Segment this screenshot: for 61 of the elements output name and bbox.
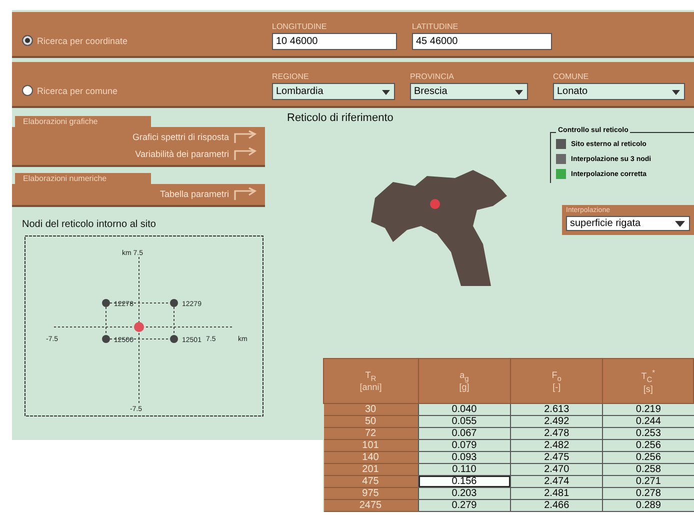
table-cell[interactable]: 0.279	[418, 500, 510, 512]
table-cell: 2.474	[510, 476, 603, 488]
section-title: Nodi del reticolo intorno al sito	[22, 219, 157, 230]
radio-button[interactable]	[22, 85, 33, 96]
dropdown[interactable]: Brescia	[410, 83, 528, 100]
table-cell: 72	[324, 428, 418, 440]
table-cell: 2.492	[510, 416, 603, 428]
column-header: F$_{o}$ [-]	[510, 358, 603, 404]
table-cell: 0.278	[602, 488, 694, 500]
section-title: Reticolo di riferimento	[287, 112, 394, 124]
field-label: LATITUDINE	[412, 22, 460, 31]
table-cell: 0.258	[602, 464, 694, 476]
radio-label: Ricerca per coordinate	[37, 36, 128, 46]
arrow-icon[interactable]	[233, 187, 259, 201]
field-label: REGIONE	[272, 72, 310, 81]
table-cell: 2.475	[510, 452, 603, 464]
field-label: LONGITUDINE	[272, 22, 328, 31]
table-cell: 2475	[324, 500, 418, 512]
table-cell: 975	[324, 488, 418, 500]
table-cell[interactable]: 0.093	[418, 452, 510, 464]
arrow-icon[interactable]	[233, 147, 259, 161]
field-label: PROVINCIA	[410, 72, 456, 81]
radio-label: Ricerca per comune	[37, 86, 118, 96]
table-cell: 2.482	[510, 440, 603, 452]
arrow-icon[interactable]	[233, 130, 259, 144]
table-cell[interactable]: 0.079	[418, 440, 510, 452]
table-cell: 0.271	[602, 476, 694, 488]
table-cell[interactable]: 0.067	[418, 428, 510, 440]
table-cell[interactable]: 0.203	[418, 488, 510, 500]
field-label: COMUNE	[553, 72, 590, 81]
radio-button[interactable]	[22, 35, 33, 46]
table-cell: 30	[324, 404, 418, 416]
panel-title: Elaborazioni grafiche	[15, 116, 151, 127]
dropdown-arrow-icon	[674, 218, 686, 228]
table-cell[interactable]: 0.040	[418, 404, 510, 416]
table-cell: 201	[324, 464, 418, 476]
input-field[interactable]: 45 46000	[412, 33, 552, 50]
panel-title: Elaborazioni numeriche	[15, 173, 151, 184]
input-field[interactable]: 10 46000	[272, 33, 397, 50]
dropdown[interactable]: superficie rigata	[566, 216, 690, 231]
table-cell: 50	[324, 416, 418, 428]
table-cell: 0.219	[602, 404, 694, 416]
dropdown[interactable]: Lonato	[553, 83, 685, 100]
table-cell: 2.613	[510, 404, 603, 416]
table-cell: 0.256	[602, 440, 694, 452]
dropdown[interactable]: Lombardia	[272, 83, 395, 100]
table-cell: 475	[324, 476, 418, 488]
table-cell: 2.470	[510, 464, 603, 476]
table-cell: 0.253	[602, 428, 694, 440]
column-header: T$_{R}$ [anni]	[324, 358, 418, 404]
table-cell[interactable]: 0.156	[418, 476, 510, 488]
table-cell: 2.478	[510, 428, 603, 440]
table-cell: 0.289	[602, 500, 694, 512]
table-cell: 0.244	[602, 416, 694, 428]
column-header: a$_{g}$ [g]	[418, 358, 510, 404]
table-cell: 140	[324, 452, 418, 464]
table-cell: 0.256	[602, 452, 694, 464]
table-cell: 101	[324, 440, 418, 452]
table-cell[interactable]: 0.055	[418, 416, 510, 428]
table-cell: 2.481	[510, 488, 603, 500]
table-cell: 2.466	[510, 500, 603, 512]
